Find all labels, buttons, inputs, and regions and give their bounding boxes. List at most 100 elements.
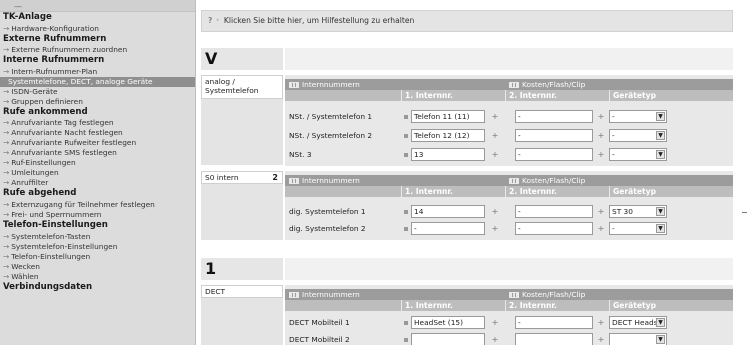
group-label-analog-text: analog / Systemtelefon xyxy=(205,77,259,95)
nav-item[interactable]: → Systemtelefon-Einstellungen xyxy=(0,242,195,252)
nav-item[interactable]: → Frei- und Sperrnummern xyxy=(0,210,195,220)
nav-section-title[interactable]: Verbindungsdaten xyxy=(0,282,195,294)
internnr-1-field[interactable] xyxy=(411,333,485,345)
nav-item-label: Anrufvariante Tag festlegen xyxy=(11,118,114,128)
nav-item[interactable]: Systemtelefone, DECT, analoge Geräte xyxy=(0,76,195,87)
row-label: NSt. 3 xyxy=(289,150,312,159)
internnr-2-field[interactable]: - xyxy=(515,205,593,218)
help-bar[interactable]: ? • Klicken Sie bitte hier, um Hilfestellu… xyxy=(201,10,733,32)
group-label-s0-text: S0 intern xyxy=(205,173,239,182)
nav-section-title[interactable]: Externe Rufnummern xyxy=(0,34,195,46)
group-label-dect-text: DECT xyxy=(205,287,226,296)
device-type-select[interactable]: - ▼ xyxy=(609,148,667,161)
row-label: DECT Mobilteil 2 xyxy=(289,335,350,344)
internnr-1-field[interactable]: Telefon 11 (11) xyxy=(411,110,485,123)
group-label-fill xyxy=(201,298,283,345)
add-icon[interactable]: + xyxy=(491,148,499,161)
nav-item[interactable]: → Gruppen definieren xyxy=(0,97,195,107)
internnummern-header-label: Internnummern xyxy=(302,290,360,299)
nav-section-title[interactable]: Rufe abgehend xyxy=(0,188,195,200)
device-type-value: - xyxy=(612,150,615,159)
internnr-1-field[interactable]: 13 xyxy=(411,148,485,161)
group-label-s0: S0 intern 2 xyxy=(201,171,283,184)
nav-section-title[interactable]: Interne Rufnummern xyxy=(0,55,195,67)
add-icon[interactable]: + xyxy=(597,333,605,345)
column-header-int1: 1. Internnr. xyxy=(401,90,505,101)
add-icon[interactable]: + xyxy=(597,205,605,218)
arrow-right-icon: → xyxy=(3,251,10,261)
nav-section-title[interactable]: Rufe ankommend xyxy=(0,107,195,119)
nav-item[interactable]: → Anruffilter xyxy=(0,178,195,188)
add-icon[interactable]: + xyxy=(597,148,605,161)
device-type-select[interactable]: - ▼ xyxy=(609,110,667,123)
nav-item[interactable]: → Externe Rufnummern zuordnen xyxy=(0,45,195,55)
chevron-down-icon[interactable]: ▼ xyxy=(656,318,665,327)
column-header-int2: 2. Internnr. xyxy=(505,300,609,311)
kosten-header[interactable]: Kosten/Flash/Clip xyxy=(505,175,733,186)
add-icon[interactable]: + xyxy=(597,222,605,235)
nav-section-title[interactable]: Telefon-Einstellungen xyxy=(0,220,195,232)
group-label-dect: DECT xyxy=(201,285,283,298)
nav-item[interactable]: → Wählen xyxy=(0,272,195,282)
nav-item[interactable]: → Anrufvariante Rufweiter festlegen xyxy=(0,138,195,148)
add-icon[interactable]: + xyxy=(597,129,605,142)
nav-item[interactable]: → Systemtelefon-Tasten xyxy=(0,232,195,242)
internnr-2-field[interactable]: - xyxy=(515,222,593,235)
table-icon xyxy=(509,292,519,298)
chevron-down-icon[interactable]: ▼ xyxy=(656,131,665,140)
add-icon[interactable]: + xyxy=(597,110,605,123)
arrow-right-icon: → xyxy=(3,138,10,148)
nav-section-title[interactable]: TK-Anlage xyxy=(0,12,195,24)
nav-item[interactable]: → Anrufvariante Tag festlegen xyxy=(0,118,195,128)
nav-item[interactable]: → Telefon-Einstellungen xyxy=(0,252,195,262)
internnr-1-field[interactable]: - xyxy=(411,222,485,235)
scrollbar-marker[interactable] xyxy=(742,212,747,213)
internnr-2-field[interactable]: - xyxy=(515,129,593,142)
add-icon[interactable]: + xyxy=(491,205,499,218)
internnr-1-field[interactable]: Telefon 12 (12) xyxy=(411,129,485,142)
internnr-2-field[interactable]: - xyxy=(515,110,593,123)
add-icon[interactable]: + xyxy=(491,222,499,235)
nav-item-label: Wecken xyxy=(11,261,40,271)
internnr-2-field[interactable]: - xyxy=(515,148,593,161)
nav-item[interactable]: → Anrufvariante Nacht festlegen xyxy=(0,128,195,138)
chevron-down-icon[interactable]: ▼ xyxy=(656,335,665,344)
internnr-1-field[interactable]: 14 xyxy=(411,205,485,218)
device-type-select[interactable]: DECT Headset ▼ xyxy=(609,316,667,329)
nav-item[interactable]: → Hardware-Konfiguration xyxy=(0,24,195,34)
chevron-down-icon[interactable]: ▼ xyxy=(656,112,665,121)
add-icon[interactable]: + xyxy=(491,333,499,345)
chevron-down-icon[interactable]: ▼ xyxy=(656,207,665,216)
nav-item[interactable]: → Ruf-Einstellungen xyxy=(0,158,195,168)
nav-item[interactable]: → ISDN-Geräte xyxy=(0,87,195,97)
collapse-icon[interactable]: — xyxy=(14,2,22,11)
device-type-select[interactable]: - ▼ xyxy=(609,129,667,142)
device-type-select[interactable]: ▼ xyxy=(609,333,667,345)
internnr-1-field[interactable]: HeadSet (15) xyxy=(411,316,485,329)
add-icon[interactable]: + xyxy=(597,316,605,329)
device-type-value: - xyxy=(612,112,615,121)
add-icon[interactable]: + xyxy=(491,129,499,142)
nav-item[interactable]: → Anrufvariante SMS festlegen xyxy=(0,148,195,158)
nav-item[interactable]: → Externzugang für Teilnehmer festlegen xyxy=(0,200,195,210)
column-header-type: Gerätetyp xyxy=(609,300,733,311)
arrow-right-icon: → xyxy=(3,158,10,168)
chevron-down-icon[interactable]: ▼ xyxy=(656,224,665,233)
kosten-header[interactable]: Kosten/Flash/Clip xyxy=(505,79,733,90)
arrow-right-icon: → xyxy=(3,96,10,106)
nav-item[interactable]: → Umleitungen xyxy=(0,168,195,178)
add-icon[interactable]: + xyxy=(491,110,499,123)
internnr-2-field[interactable] xyxy=(515,333,593,345)
device-type-select[interactable]: ST 30 ▼ xyxy=(609,205,667,218)
row-marker-icon xyxy=(404,134,408,138)
kosten-header[interactable]: Kosten/Flash/Clip xyxy=(505,289,733,300)
nav-item[interactable]: → Intern-Rufnummer-Plan xyxy=(0,67,195,77)
column-header-int2: 2. Internnr. xyxy=(505,90,609,101)
chevron-down-icon[interactable]: ▼ xyxy=(656,150,665,159)
main-content: ? • Klicken Sie bitte hier, um Hilfestellu… xyxy=(197,0,747,345)
device-type-select[interactable]: - ▼ xyxy=(609,222,667,235)
arrow-right-icon: → xyxy=(3,241,10,251)
internnr-2-field[interactable]: - xyxy=(515,316,593,329)
add-icon[interactable]: + xyxy=(491,316,499,329)
nav-item[interactable]: → Wecken xyxy=(0,262,195,272)
